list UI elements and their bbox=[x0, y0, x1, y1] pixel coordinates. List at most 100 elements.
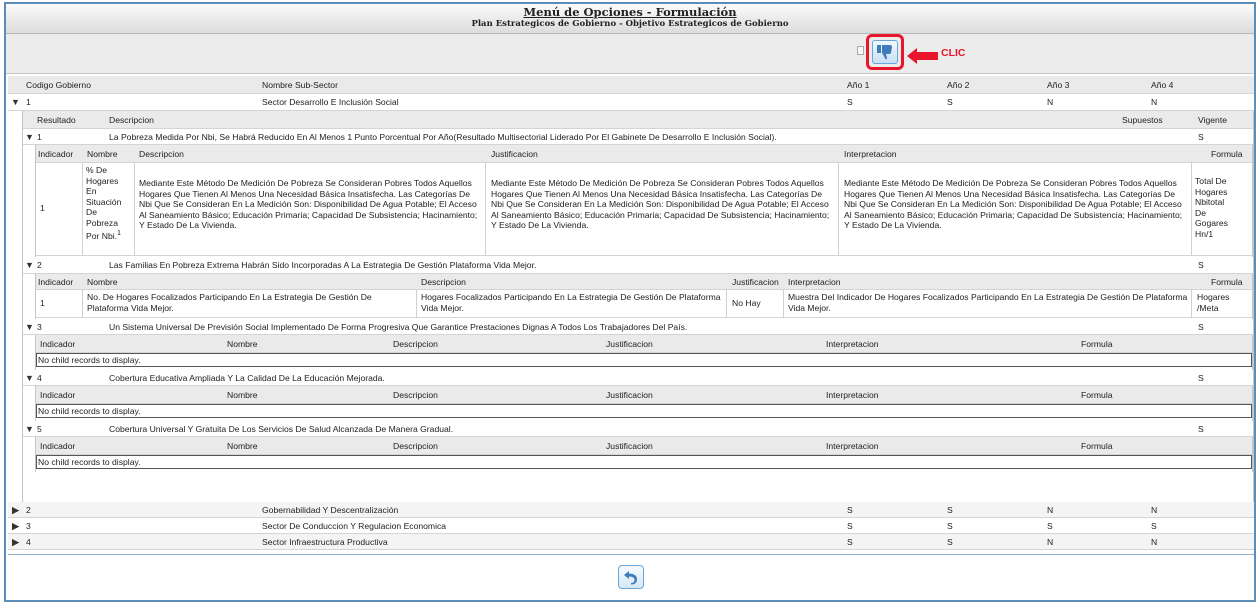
sector-name: Gobernabilidad Y Descentralización bbox=[262, 505, 399, 515]
divider bbox=[8, 554, 1254, 555]
col-formula: Formula bbox=[1081, 441, 1113, 451]
empty-row: No child records to display. bbox=[36, 353, 1252, 370]
result-row[interactable]: ▼ 3 Un Sistema Universal De Previsión So… bbox=[23, 319, 1253, 335]
sector-code: 4 bbox=[26, 537, 31, 547]
collapse-icon[interactable]: ▼ bbox=[25, 129, 34, 145]
sector-ano2: S bbox=[947, 97, 953, 107]
indicator-row[interactable]: 1 No. De Hogares Focalizados Participand… bbox=[36, 290, 1252, 318]
toolbar: CLIC bbox=[6, 34, 1254, 74]
collapse-icon[interactable]: ▼ bbox=[25, 421, 34, 437]
col-formula: Formula bbox=[1211, 149, 1243, 159]
sector-grid: Codigo Gobierno Nombre Sub-Sector Año 1 … bbox=[8, 76, 1254, 550]
col-nombre: Nombre Sub-Sector bbox=[262, 80, 338, 90]
undo-arrow-icon bbox=[624, 571, 638, 585]
col-ano4: Año 4 bbox=[1151, 80, 1174, 90]
result-description: Las Familias En Pobreza Extrema Habrán S… bbox=[109, 260, 537, 270]
indicator-grid: Indicador Nombre Descripcion Justificaci… bbox=[35, 437, 1253, 472]
result-row[interactable]: ▼ 5 Cobertura Universal Y Gratuita De Lo… bbox=[23, 421, 1253, 437]
collapse-icon[interactable]: ▼ bbox=[25, 257, 34, 273]
checkbox[interactable] bbox=[857, 46, 864, 55]
result-id: 5 bbox=[37, 424, 42, 434]
expand-icon[interactable]: ▶ bbox=[12, 518, 19, 534]
results-grid: Resultado Descripcion Supuestos Vigente … bbox=[22, 111, 1254, 502]
window-header: Menú de Opciones - Formulación Plan Estr… bbox=[6, 4, 1254, 34]
col-ano3: Año 3 bbox=[1047, 80, 1070, 90]
col-descripcion: Descripcion bbox=[393, 390, 438, 400]
collapse-icon[interactable]: ▼ bbox=[25, 319, 34, 335]
sector-name: Sector De Conduccion Y Regulacion Econom… bbox=[262, 521, 447, 531]
result-id: 2 bbox=[37, 260, 42, 270]
page-title: Menú de Opciones - Formulación bbox=[523, 5, 737, 19]
indicator-interpretation: Muestra Del Indicador De Hogares Focaliz… bbox=[788, 292, 1188, 313]
expand-icon[interactable]: ▶ bbox=[12, 502, 19, 518]
result-id: 3 bbox=[37, 322, 42, 332]
result-id: 1 bbox=[37, 132, 42, 142]
sector-name: Sector Desarrollo E Inclusión Social bbox=[262, 97, 399, 107]
sector-ano1: S bbox=[847, 537, 853, 547]
sector-code: 1 bbox=[26, 97, 31, 107]
col-formula: Formula bbox=[1081, 390, 1113, 400]
col-nombre: Nombre bbox=[227, 441, 258, 451]
result-vigente: S bbox=[1198, 424, 1204, 434]
col-justificacion: Justificacion bbox=[606, 390, 653, 400]
sector-ano2: S bbox=[947, 521, 953, 531]
indicator-name: No. De Hogares Focalizados Participando … bbox=[87, 292, 372, 313]
sector-ano3: S bbox=[1047, 521, 1053, 531]
collapse-icon[interactable]: ▼ bbox=[11, 94, 20, 110]
result-description: La Pobreza Medida Por Nbi, Se Habrá Redu… bbox=[109, 132, 777, 142]
sector-row[interactable]: ▼ 1 Sector Desarrollo E Inclusión Social… bbox=[8, 94, 1254, 111]
col-formula: Formula bbox=[1211, 277, 1243, 287]
col-justificacion: Justificacion bbox=[732, 277, 779, 287]
no-records-message: No child records to display. bbox=[36, 455, 1252, 469]
indicator-row[interactable]: 1 % De Hogares En Situación De Pobreza P… bbox=[36, 163, 1252, 256]
sector-ano4: S bbox=[1151, 521, 1157, 531]
col-descripcion: Descripcion bbox=[139, 149, 184, 159]
back-button[interactable] bbox=[618, 565, 644, 589]
col-indicador: Indicador bbox=[40, 339, 76, 349]
sector-row[interactable]: ▶ 3 Sector De Conduccion Y Regulacion Ec… bbox=[8, 518, 1254, 534]
col-interpretacion: Interpretacion bbox=[826, 339, 879, 349]
col-indicador: Indicador bbox=[38, 277, 74, 287]
result-vigente: S bbox=[1198, 132, 1204, 142]
indicator-formula: Hogares /Meta bbox=[1197, 292, 1230, 313]
report-window: Menú de Opciones - Formulación Plan Estr… bbox=[4, 2, 1256, 602]
indicator-grid: Indicador Nombre Descripcion Justificaci… bbox=[35, 386, 1253, 421]
sector-ano4: N bbox=[1151, 537, 1158, 547]
col-formula: Formula bbox=[1081, 339, 1113, 349]
sector-ano1: S bbox=[847, 521, 853, 531]
sector-ano4: N bbox=[1151, 505, 1158, 515]
result-row[interactable]: ▼ 2 Las Familias En Pobreza Extrema Habr… bbox=[23, 257, 1253, 274]
col-interpretacion: Interpretacion bbox=[844, 149, 897, 159]
sector-ano2: S bbox=[947, 537, 953, 547]
sector-row[interactable]: ▶ 2 Gobernabilidad Y Descentralización S… bbox=[8, 502, 1254, 518]
page-subtitle: Plan Estrategicos de Gobierno - Objetivo… bbox=[471, 19, 789, 29]
results-header: Resultado Descripcion Supuestos Vigente bbox=[23, 111, 1253, 129]
col-ano1: Año 1 bbox=[847, 80, 870, 90]
sector-ano1: S bbox=[847, 97, 853, 107]
col-nombre: Nombre bbox=[227, 390, 258, 400]
sector-ano3: N bbox=[1047, 97, 1054, 107]
result-description: Cobertura Universal Y Gratuita De Los Se… bbox=[109, 424, 454, 434]
indicator-justification: No Hay bbox=[732, 298, 761, 308]
indicator-header: Indicador Nombre Descripcion Justificaci… bbox=[36, 145, 1252, 163]
dislike-button[interactable] bbox=[872, 40, 898, 64]
indicator-description: Hogares Focalizados Participando En La E… bbox=[421, 292, 721, 313]
indicator-name: % De Hogares En Situación De Pobreza Por… bbox=[86, 165, 131, 241]
indicator-id: 1 bbox=[40, 203, 45, 213]
empty-row: No child records to display. bbox=[36, 455, 1252, 472]
indicator-header: Indicador Nombre Descripcion Justificaci… bbox=[36, 274, 1252, 290]
col-descripcion: Descripcion bbox=[393, 339, 438, 349]
col-supuestos: Supuestos bbox=[1122, 115, 1163, 125]
expand-icon[interactable]: ▶ bbox=[12, 534, 19, 550]
sector-row[interactable]: ▶ 4 Sector Infraestructura Productiva S … bbox=[8, 534, 1254, 550]
col-descripcion: Descripcion bbox=[109, 115, 154, 125]
col-nombre: Nombre bbox=[87, 277, 118, 287]
collapse-icon[interactable]: ▼ bbox=[25, 370, 34, 386]
result-row[interactable]: ▼ 1 La Pobreza Medida Por Nbi, Se Habrá … bbox=[23, 129, 1253, 145]
result-row[interactable]: ▼ 4 Cobertura Educativa Ampliada Y La Ca… bbox=[23, 370, 1253, 386]
indicator-header: Indicador Nombre Descripcion Justificaci… bbox=[36, 335, 1252, 353]
col-nombre: Nombre bbox=[227, 339, 258, 349]
thumbs-down-icon bbox=[877, 45, 892, 60]
indicator-justification: Mediante Este Método De Medición De Pobr… bbox=[491, 178, 830, 230]
col-nombre: Nombre bbox=[87, 149, 118, 159]
